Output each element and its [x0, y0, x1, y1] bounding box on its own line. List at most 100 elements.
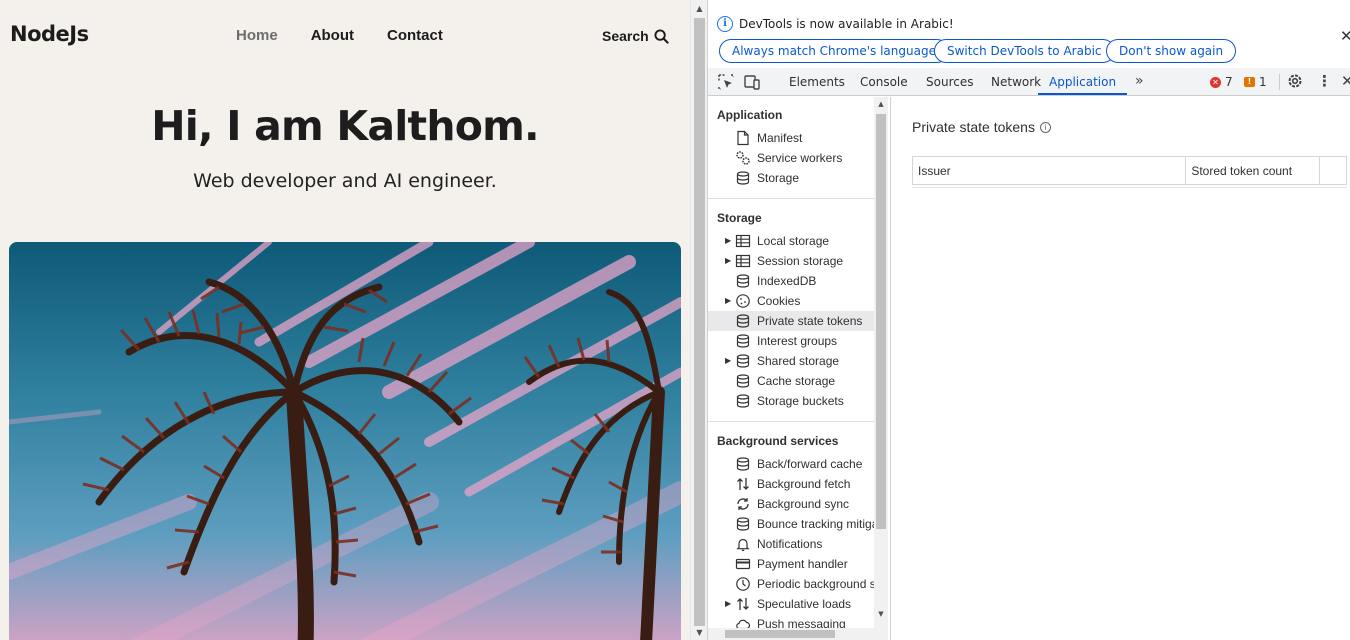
- sidebar-item-label: Storage: [757, 171, 800, 185]
- sidebar-hscroll-thumb[interactable]: [725, 630, 835, 638]
- expand-arrow-icon[interactable]: ▶: [725, 256, 731, 265]
- page-scrollbar-thumb[interactable]: [694, 18, 705, 626]
- nav-about[interactable]: About: [311, 27, 354, 44]
- sidebar-scrollbar-thumb[interactable]: [876, 114, 886, 529]
- dont-show-again-button[interactable]: Don't show again: [1106, 39, 1237, 63]
- hero-image: [9, 242, 681, 640]
- sidebar-item-periodic-background-sync[interactable]: Periodic background s: [708, 574, 874, 594]
- sidebar-item-label: Storage buckets: [757, 394, 844, 408]
- search-button[interactable]: Search: [602, 28, 669, 44]
- devtools-tabbar: Elements Console Sources Network Applica…: [708, 68, 1350, 96]
- section-storage: Storage: [717, 211, 762, 225]
- table-icon: [735, 254, 751, 268]
- tab-application[interactable]: Application: [1038, 68, 1128, 95]
- toolbar-divider: [1279, 74, 1280, 90]
- sidebar-item-local-storage[interactable]: ▶ Local storage: [708, 231, 874, 251]
- database-icon: [736, 274, 750, 288]
- sidebar-item-shared-storage[interactable]: ▶ Shared storage: [708, 351, 874, 371]
- sidebar-item-label: Interest groups: [757, 334, 838, 348]
- scroll-down-arrow-icon[interactable]: ▼: [874, 610, 888, 618]
- scroll-down-arrow-icon[interactable]: ▼: [691, 626, 708, 640]
- sync-icon: [737, 498, 749, 510]
- expand-arrow-icon[interactable]: ▶: [725, 236, 731, 245]
- warning-counter[interactable]: ! 1: [1244, 75, 1267, 89]
- devtools-panel: i DevTools is now available in Arabic! A…: [707, 0, 1350, 640]
- column-header-issuer[interactable]: Issuer: [911, 156, 1187, 185]
- infobar-message: DevTools is now available in Arabic!: [739, 17, 954, 31]
- sidebar-item-background-sync[interactable]: Background sync: [708, 494, 874, 514]
- clock-icon: [736, 577, 750, 591]
- sidebar-item-indexeddb[interactable]: IndexedDB: [708, 271, 874, 291]
- expand-arrow-icon[interactable]: ▶: [725, 356, 731, 365]
- warning-icon: !: [1244, 77, 1255, 87]
- site-logo[interactable]: NodeJs: [10, 22, 89, 46]
- arrows-updown-icon: [737, 598, 749, 610]
- sidebar-item-cookies[interactable]: ▶ Cookies: [708, 291, 874, 311]
- switch-arabic-button[interactable]: Switch DevTools to Arabic: [934, 39, 1115, 63]
- inspect-element-icon[interactable]: [717, 73, 735, 91]
- sidebar-item-label: Periodic background s: [757, 577, 874, 591]
- sidebar-item-storage-buckets[interactable]: Storage buckets: [708, 391, 874, 411]
- expand-arrow-icon[interactable]: ▶: [725, 296, 731, 305]
- sidebar-item-session-storage[interactable]: ▶ Session storage: [708, 251, 874, 271]
- site-nav: Home About Contact: [236, 27, 443, 44]
- sidebar-item-private-state-tokens[interactable]: Private state tokens: [708, 311, 874, 331]
- sidebar-item-storage[interactable]: Storage: [708, 168, 874, 188]
- sidebar-scrollbar[interactable]: ▲ ▼: [874, 97, 888, 640]
- expand-arrow-icon[interactable]: ▶: [725, 599, 731, 608]
- sidebar-item-label: Bounce tracking mitiga: [757, 517, 874, 531]
- nav-contact[interactable]: Contact: [387, 27, 443, 44]
- sidebar-item-label: Manifest: [757, 131, 803, 145]
- tab-console[interactable]: Console: [860, 68, 908, 95]
- search-icon: [654, 28, 669, 44]
- sidebar-item-cache-storage[interactable]: Cache storage: [708, 371, 874, 391]
- sidebar-item-label: Payment handler: [757, 557, 848, 571]
- cookie-icon: [736, 294, 750, 308]
- sidebar-item-label: Notifications: [757, 537, 823, 551]
- settings-gear-icon[interactable]: [1286, 72, 1304, 90]
- page-scrollbar[interactable]: ▲ ▼: [690, 0, 707, 640]
- bell-icon: [736, 538, 750, 551]
- database-icon: [736, 457, 750, 471]
- panel-title-text: Private state tokens: [912, 119, 1035, 135]
- column-header-token-count[interactable]: Stored token count: [1185, 156, 1321, 185]
- tab-elements[interactable]: Elements: [789, 68, 845, 95]
- sidebar-item-manifest[interactable]: Manifest: [708, 128, 874, 148]
- sidebar-item-interest-groups[interactable]: Interest groups: [708, 331, 874, 351]
- sidebar-horizontal-scrollbar[interactable]: [708, 628, 888, 640]
- sidebar-item-background-fetch[interactable]: Background fetch: [708, 474, 874, 494]
- close-devtools-icon[interactable]: ✕: [1341, 72, 1350, 90]
- database-icon: [736, 354, 750, 368]
- scroll-up-arrow-icon[interactable]: ▲: [691, 2, 708, 16]
- sidebar-divider: [708, 421, 874, 422]
- help-icon[interactable]: i: [1039, 121, 1051, 133]
- tokens-table: Issuer Stored token count: [911, 156, 1347, 185]
- database-icon: [736, 517, 750, 531]
- sidebar-item-notifications[interactable]: Notifications: [708, 534, 874, 554]
- gears-icon: [736, 151, 750, 165]
- sidebar-item-bounce-tracking[interactable]: Bounce tracking mitiga: [708, 514, 874, 534]
- sidebar-item-label: Background fetch: [757, 477, 851, 491]
- website-viewport: NodeJs Home About Contact Search Hi, I a…: [0, 0, 690, 640]
- sidebar-item-label: Local storage: [757, 234, 830, 248]
- more-tabs-icon[interactable]: »: [1135, 73, 1144, 89]
- tab-network[interactable]: Network: [991, 68, 1041, 95]
- nav-home[interactable]: Home: [236, 27, 278, 44]
- match-language-button[interactable]: Always match Chrome's language: [719, 39, 949, 63]
- sidebar-divider: [708, 198, 874, 199]
- warning-count: 1: [1259, 75, 1267, 89]
- table-icon: [735, 234, 751, 248]
- section-background-services: Background services: [717, 434, 839, 448]
- error-counter[interactable]: ✕ 7: [1210, 75, 1233, 89]
- arrows-updown-icon: [737, 478, 749, 490]
- sidebar-item-label: IndexedDB: [757, 274, 817, 288]
- device-toolbar-icon[interactable]: [743, 73, 761, 91]
- more-options-icon[interactable]: ⋮: [1317, 72, 1332, 90]
- sidebar-item-service-workers[interactable]: Service workers: [708, 148, 874, 168]
- sidebar-item-speculative-loads[interactable]: ▶ Speculative loads: [708, 594, 874, 614]
- scroll-up-arrow-icon[interactable]: ▲: [874, 100, 888, 108]
- sidebar-item-payment-handler[interactable]: Payment handler: [708, 554, 874, 574]
- sidebar-item-back-forward-cache[interactable]: Back/forward cache: [708, 454, 874, 474]
- tab-sources[interactable]: Sources: [926, 68, 973, 95]
- infobar-close-icon[interactable]: ✕: [1340, 27, 1350, 45]
